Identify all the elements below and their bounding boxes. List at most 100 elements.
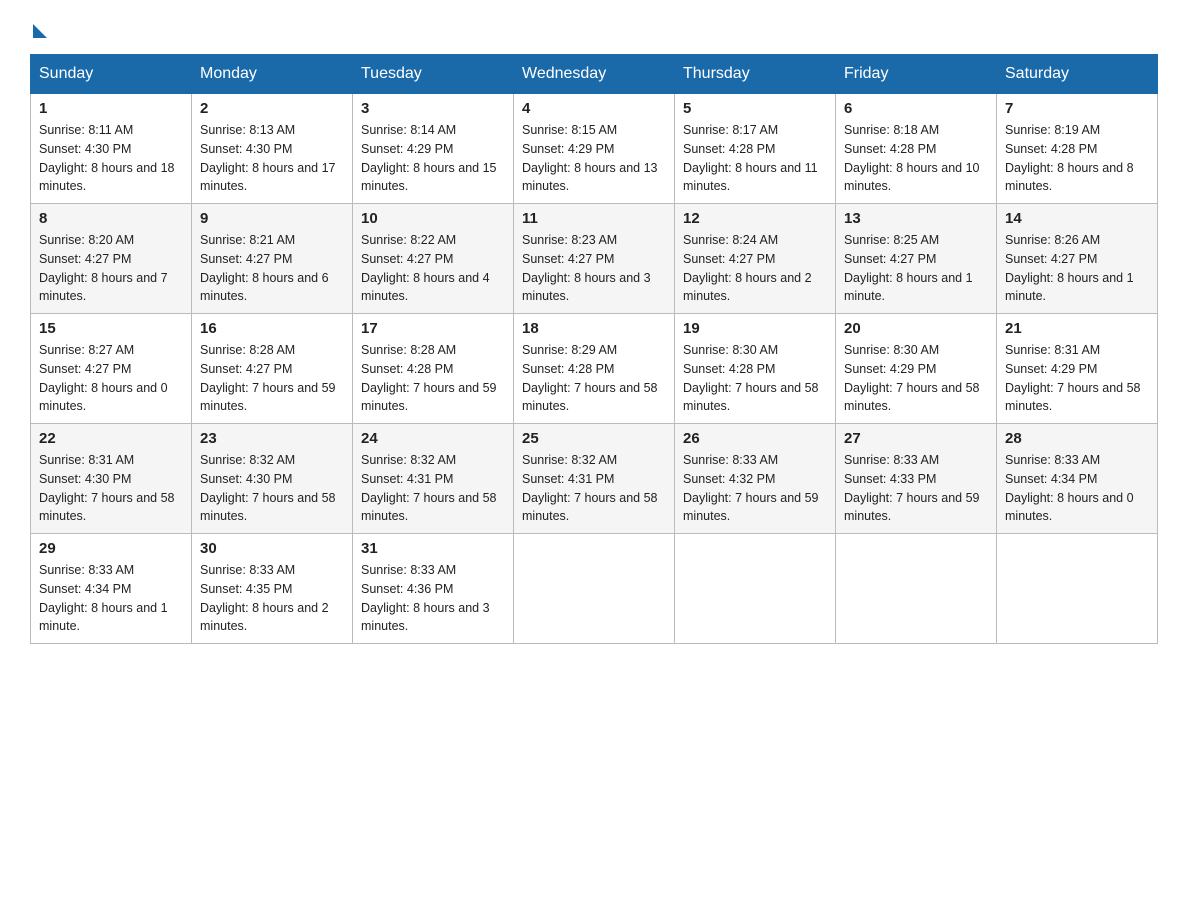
calendar-day-cell: 1Sunrise: 8:11 AMSunset: 4:30 PMDaylight… bbox=[31, 94, 192, 204]
calendar-week-row: 29Sunrise: 8:33 AMSunset: 4:34 PMDayligh… bbox=[31, 534, 1158, 644]
day-number: 6 bbox=[844, 100, 988, 117]
day-number: 4 bbox=[522, 100, 666, 117]
day-info: Sunrise: 8:21 AMSunset: 4:27 PMDaylight:… bbox=[200, 231, 344, 306]
calendar-day-cell: 2 Sunrise: 8:13 AMSunset: 4:30 PMDaylight… bbox=[192, 94, 353, 204]
day-info: Sunrise: 8:32 AMSunset: 4:31 PMDaylight:… bbox=[522, 451, 666, 526]
calendar-day-cell bbox=[836, 534, 997, 644]
calendar-day-cell: 9 Sunrise: 8:21 AMSunset: 4:27 PMDaylight… bbox=[192, 204, 353, 314]
calendar-day-cell: 12 Sunrise: 8:24 AMSunset: 4:27 PMDayligh… bbox=[675, 204, 836, 314]
day-info: Sunrise: 8:18 AMSunset: 4:28 PMDaylight:… bbox=[844, 121, 988, 196]
calendar-day-cell: 19 Sunrise: 8:30 AMSunset: 4:28 PMDayligh… bbox=[675, 314, 836, 424]
weekday-header-wednesday: Wednesday bbox=[514, 55, 675, 94]
logo bbox=[30, 20, 47, 34]
calendar-day-cell: 31 Sunrise: 8:33 AMSunset: 4:36 PMDayligh… bbox=[353, 534, 514, 644]
day-info: Sunrise: 8:20 AMSunset: 4:27 PMDaylight:… bbox=[39, 231, 183, 306]
weekday-header-saturday: Saturday bbox=[997, 55, 1158, 94]
day-number: 15 bbox=[39, 320, 183, 337]
header bbox=[30, 20, 1158, 34]
day-info: Sunrise: 8:17 AMSunset: 4:28 PMDaylight:… bbox=[683, 121, 827, 196]
calendar-day-cell: 28Sunrise: 8:33 AMSunset: 4:34 PMDayligh… bbox=[997, 424, 1158, 534]
day-number: 19 bbox=[683, 320, 827, 337]
calendar-day-cell: 29Sunrise: 8:33 AMSunset: 4:34 PMDayligh… bbox=[31, 534, 192, 644]
weekday-header-tuesday: Tuesday bbox=[353, 55, 514, 94]
day-info: Sunrise: 8:28 AMSunset: 4:27 PMDaylight:… bbox=[200, 341, 344, 416]
calendar-day-cell: 16 Sunrise: 8:28 AMSunset: 4:27 PMDayligh… bbox=[192, 314, 353, 424]
day-number: 27 bbox=[844, 430, 988, 447]
day-info: Sunrise: 8:31 AMSunset: 4:29 PMDaylight:… bbox=[1005, 341, 1149, 416]
day-info: Sunrise: 8:27 AMSunset: 4:27 PMDaylight:… bbox=[39, 341, 183, 416]
day-info: Sunrise: 8:23 AMSunset: 4:27 PMDaylight:… bbox=[522, 231, 666, 306]
calendar-day-cell bbox=[675, 534, 836, 644]
day-number: 3 bbox=[361, 100, 505, 117]
calendar-week-row: 15 Sunrise: 8:27 AMSunset: 4:27 PMDayligh… bbox=[31, 314, 1158, 424]
day-number: 10 bbox=[361, 210, 505, 227]
day-number: 24 bbox=[361, 430, 505, 447]
day-info: Sunrise: 8:33 AMSunset: 4:33 PMDaylight:… bbox=[844, 451, 988, 526]
calendar-day-cell: 30 Sunrise: 8:33 AMSunset: 4:35 PMDayligh… bbox=[192, 534, 353, 644]
day-number: 5 bbox=[683, 100, 827, 117]
day-info: Sunrise: 8:33 AMSunset: 4:34 PMDaylight:… bbox=[1005, 451, 1149, 526]
day-info: Sunrise: 8:33 AMSunset: 4:35 PMDaylight:… bbox=[200, 561, 344, 636]
calendar-day-cell: 15 Sunrise: 8:27 AMSunset: 4:27 PMDayligh… bbox=[31, 314, 192, 424]
calendar-day-cell: 6 Sunrise: 8:18 AMSunset: 4:28 PMDaylight… bbox=[836, 94, 997, 204]
calendar-day-cell: 11 Sunrise: 8:23 AMSunset: 4:27 PMDayligh… bbox=[514, 204, 675, 314]
day-number: 21 bbox=[1005, 320, 1149, 337]
logo-triangle-icon bbox=[33, 24, 47, 38]
day-number: 13 bbox=[844, 210, 988, 227]
day-info: Sunrise: 8:11 AMSunset: 4:30 PMDaylight:… bbox=[39, 121, 183, 196]
calendar-day-cell: 20Sunrise: 8:30 AMSunset: 4:29 PMDayligh… bbox=[836, 314, 997, 424]
day-number: 31 bbox=[361, 540, 505, 557]
day-number: 23 bbox=[200, 430, 344, 447]
day-number: 14 bbox=[1005, 210, 1149, 227]
calendar-day-cell: 4Sunrise: 8:15 AMSunset: 4:29 PMDaylight… bbox=[514, 94, 675, 204]
calendar-day-cell: 8Sunrise: 8:20 AMSunset: 4:27 PMDaylight… bbox=[31, 204, 192, 314]
day-number: 2 bbox=[200, 100, 344, 117]
day-info: Sunrise: 8:30 AMSunset: 4:29 PMDaylight:… bbox=[844, 341, 988, 416]
calendar-day-cell: 13 Sunrise: 8:25 AMSunset: 4:27 PMDayligh… bbox=[836, 204, 997, 314]
calendar-day-cell bbox=[997, 534, 1158, 644]
day-number: 26 bbox=[683, 430, 827, 447]
day-number: 7 bbox=[1005, 100, 1149, 117]
weekday-header-monday: Monday bbox=[192, 55, 353, 94]
calendar-day-cell bbox=[514, 534, 675, 644]
day-info: Sunrise: 8:14 AMSunset: 4:29 PMDaylight:… bbox=[361, 121, 505, 196]
day-info: Sunrise: 8:25 AMSunset: 4:27 PMDaylight:… bbox=[844, 231, 988, 306]
day-number: 12 bbox=[683, 210, 827, 227]
day-number: 17 bbox=[361, 320, 505, 337]
calendar-day-cell: 23 Sunrise: 8:32 AMSunset: 4:30 PMDayligh… bbox=[192, 424, 353, 534]
day-number: 30 bbox=[200, 540, 344, 557]
calendar-day-cell: 5 Sunrise: 8:17 AMSunset: 4:28 PMDaylight… bbox=[675, 94, 836, 204]
calendar-day-cell: 10 Sunrise: 8:22 AMSunset: 4:27 PMDayligh… bbox=[353, 204, 514, 314]
day-number: 22 bbox=[39, 430, 183, 447]
day-info: Sunrise: 8:19 AMSunset: 4:28 PMDaylight:… bbox=[1005, 121, 1149, 196]
calendar-day-cell: 18Sunrise: 8:29 AMSunset: 4:28 PMDayligh… bbox=[514, 314, 675, 424]
calendar-day-cell: 3 Sunrise: 8:14 AMSunset: 4:29 PMDaylight… bbox=[353, 94, 514, 204]
calendar-day-cell: 22 Sunrise: 8:31 AMSunset: 4:30 PMDayligh… bbox=[31, 424, 192, 534]
day-info: Sunrise: 8:24 AMSunset: 4:27 PMDaylight:… bbox=[683, 231, 827, 306]
day-number: 25 bbox=[522, 430, 666, 447]
day-number: 9 bbox=[200, 210, 344, 227]
day-info: Sunrise: 8:26 AMSunset: 4:27 PMDaylight:… bbox=[1005, 231, 1149, 306]
calendar-day-cell: 24Sunrise: 8:32 AMSunset: 4:31 PMDayligh… bbox=[353, 424, 514, 534]
day-info: Sunrise: 8:30 AMSunset: 4:28 PMDaylight:… bbox=[683, 341, 827, 416]
day-number: 16 bbox=[200, 320, 344, 337]
weekday-header-row: SundayMondayTuesdayWednesdayThursdayFrid… bbox=[31, 55, 1158, 94]
calendar-table: SundayMondayTuesdayWednesdayThursdayFrid… bbox=[30, 54, 1158, 644]
calendar-week-row: 1Sunrise: 8:11 AMSunset: 4:30 PMDaylight… bbox=[31, 94, 1158, 204]
day-info: Sunrise: 8:33 AMSunset: 4:36 PMDaylight:… bbox=[361, 561, 505, 636]
calendar-day-cell: 27 Sunrise: 8:33 AMSunset: 4:33 PMDayligh… bbox=[836, 424, 997, 534]
day-info: Sunrise: 8:13 AMSunset: 4:30 PMDaylight:… bbox=[200, 121, 344, 196]
day-info: Sunrise: 8:32 AMSunset: 4:30 PMDaylight:… bbox=[200, 451, 344, 526]
day-number: 11 bbox=[522, 210, 666, 227]
calendar-day-cell: 26Sunrise: 8:33 AMSunset: 4:32 PMDayligh… bbox=[675, 424, 836, 534]
calendar-week-row: 22 Sunrise: 8:31 AMSunset: 4:30 PMDayligh… bbox=[31, 424, 1158, 534]
calendar-day-cell: 17Sunrise: 8:28 AMSunset: 4:28 PMDayligh… bbox=[353, 314, 514, 424]
calendar-day-cell: 21 Sunrise: 8:31 AMSunset: 4:29 PMDayligh… bbox=[997, 314, 1158, 424]
weekday-header-sunday: Sunday bbox=[31, 55, 192, 94]
calendar-day-cell: 25 Sunrise: 8:32 AMSunset: 4:31 PMDayligh… bbox=[514, 424, 675, 534]
day-info: Sunrise: 8:29 AMSunset: 4:28 PMDaylight:… bbox=[522, 341, 666, 416]
calendar-day-cell: 7 Sunrise: 8:19 AMSunset: 4:28 PMDaylight… bbox=[997, 94, 1158, 204]
day-info: Sunrise: 8:31 AMSunset: 4:30 PMDaylight:… bbox=[39, 451, 183, 526]
weekday-header-thursday: Thursday bbox=[675, 55, 836, 94]
day-info: Sunrise: 8:22 AMSunset: 4:27 PMDaylight:… bbox=[361, 231, 505, 306]
